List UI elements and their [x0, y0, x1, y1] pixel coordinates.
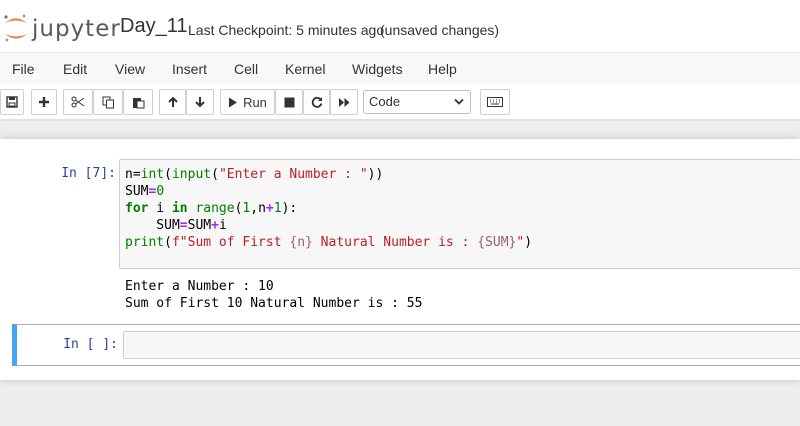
notebook-header: jupyter Day_11 Last Checkpoint: 5 minute…	[0, 0, 800, 119]
code-cell-selected[interactable]: In [ ]:	[12, 324, 800, 366]
save-button[interactable]	[0, 89, 24, 115]
restart-run-all-button[interactable]	[330, 89, 358, 115]
copy-icon	[102, 96, 114, 108]
insert-cell-button[interactable]	[31, 89, 57, 115]
menu-bar: File Edit View Insert Cell Kernel Widget…	[0, 52, 800, 84]
stop-icon	[284, 97, 294, 107]
code-line: SUM=0	[125, 184, 165, 199]
arrow-down-icon	[195, 97, 205, 108]
restart-button[interactable]	[303, 89, 330, 115]
move-up-button[interactable]	[159, 89, 186, 115]
output-line: Sum of First 10 Natural Number is : 55	[125, 296, 423, 311]
chevron-down-icon	[454, 98, 464, 105]
keyboard-icon	[487, 97, 503, 107]
jupyter-logo[interactable]: jupyter	[2, 10, 120, 46]
menu-help[interactable]: Help	[428, 61, 457, 77]
output-line: Enter a Number : 10	[125, 279, 274, 294]
menu-view[interactable]: View	[115, 61, 145, 77]
cell-type-select[interactable]: Code	[363, 90, 471, 114]
menu-cell[interactable]: Cell	[234, 61, 258, 77]
input-prompt: In [ ]:	[63, 337, 118, 352]
menu-widgets[interactable]: Widgets	[352, 61, 403, 77]
arrow-up-icon	[167, 96, 178, 107]
cut-icon	[71, 96, 85, 108]
code-line: SUM=SUM+i	[125, 218, 227, 233]
restart-icon	[311, 96, 322, 108]
jupyter-logo-icon	[4, 14, 27, 42]
logo-text: jupyter	[32, 16, 121, 42]
command-palette-button[interactable]	[480, 89, 510, 115]
cell-type-value: Code	[369, 94, 401, 109]
input-prompt: In [7]:	[61, 166, 116, 181]
play-icon	[229, 97, 238, 107]
menu-insert[interactable]: Insert	[172, 61, 207, 77]
menu-edit[interactable]: Edit	[63, 61, 87, 77]
code-line: print(f"Sum of First {n} Natural Number …	[125, 235, 533, 250]
toolbar: Run Code	[0, 86, 800, 118]
paste-icon	[132, 97, 144, 108]
code-editor[interactable]	[123, 331, 800, 359]
cut-button[interactable]	[63, 89, 93, 115]
checkpoint-status: Last Checkpoint: 5 minutes ago	[188, 22, 385, 38]
move-down-button[interactable]	[186, 89, 214, 115]
code-editor[interactable]: n=int(input("Enter a Number : ")) SUM=0 …	[119, 159, 800, 269]
notebook-title[interactable]: Day_11	[120, 15, 187, 38]
save-status: (unsaved changes)	[380, 22, 500, 38]
code-line: for i in range(1,n+1):	[125, 201, 298, 216]
menu-file[interactable]: File	[12, 61, 35, 77]
interrupt-button[interactable]	[275, 89, 303, 115]
save-icon	[6, 96, 18, 108]
code-line: n=int(input("Enter a Number : "))	[125, 167, 384, 182]
header-divider	[0, 119, 800, 121]
plus-icon	[39, 97, 49, 107]
run-button-label: Run	[243, 94, 267, 110]
paste-button[interactable]	[123, 89, 153, 115]
menu-kernel[interactable]: Kernel	[285, 61, 325, 77]
notebook-container: In [7]: n=int(input("Enter a Number : ")…	[0, 139, 800, 380]
copy-button[interactable]	[93, 89, 123, 115]
fast-forward-icon	[338, 97, 349, 107]
run-button[interactable]: Run	[220, 89, 275, 115]
